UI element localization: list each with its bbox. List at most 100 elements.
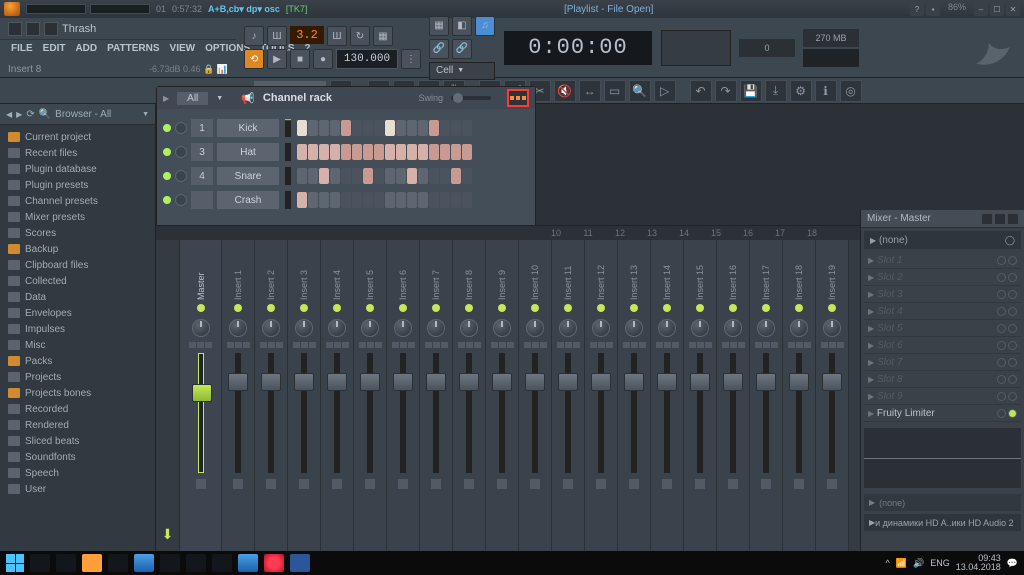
midi-icon[interactable]: ♫ [475,16,495,36]
play-button[interactable]: ▶ [267,49,287,69]
step[interactable] [341,168,351,184]
keyboard-icon[interactable]: ▦ [429,16,449,36]
redo-icon[interactable]: ↷ [715,80,737,102]
step[interactable] [451,120,461,136]
track-link[interactable] [497,479,507,489]
browser-item[interactable]: Projects [0,369,155,385]
track-link[interactable] [464,479,474,489]
fader[interactable] [400,353,406,473]
step[interactable] [385,168,395,184]
track-link[interactable] [398,479,408,489]
track-enable-led[interactable] [465,304,473,312]
taskbar-app2-icon[interactable] [134,554,154,572]
track-enable-led[interactable] [197,304,205,312]
channel-name[interactable]: Snare [217,167,279,185]
step[interactable] [297,168,307,184]
step[interactable] [385,192,395,208]
step[interactable] [396,120,406,136]
pan-knob[interactable] [724,319,742,337]
tray-vol-icon[interactable]: 🔊 [913,558,924,569]
step[interactable] [440,192,450,208]
step[interactable] [451,192,461,208]
step[interactable] [352,120,362,136]
slots-min-icon[interactable] [982,214,992,224]
help-icon[interactable]: ? [910,2,924,16]
track-link[interactable] [530,479,540,489]
step[interactable] [429,120,439,136]
fader[interactable] [268,353,274,473]
step[interactable] [319,120,329,136]
browser-item[interactable]: Plugin database [0,161,155,177]
fader[interactable] [367,353,373,473]
step[interactable] [462,192,472,208]
pat-song-icon[interactable]: ♪ [244,26,264,46]
fader[interactable] [235,353,241,473]
channel-mute[interactable] [175,146,187,158]
effect-slot[interactable]: ▶ Fruity Limiter [864,405,1021,422]
track-link[interactable] [299,479,309,489]
browser-item[interactable]: User [0,481,155,497]
track-link[interactable] [662,479,672,489]
browser-item[interactable]: Current project [0,129,155,145]
mixer-scroll-down-icon[interactable]: ⬇ [162,526,174,543]
track-enable-led[interactable] [333,304,341,312]
browser-item[interactable]: Packs [0,353,155,369]
browser-item[interactable]: Data [0,289,155,305]
taskbar-fl-icon[interactable] [82,554,102,572]
channel-num[interactable] [191,191,213,209]
pattern-mode-button[interactable]: ⟲ [244,49,264,69]
slots-max-icon[interactable] [995,214,1005,224]
effect-slot[interactable]: ▶ Slot 8 [864,371,1021,388]
menu-file[interactable]: FILE [6,40,38,60]
mixer-track[interactable]: Insert 13 [618,240,651,551]
track-flags[interactable] [788,342,811,348]
snap-icon[interactable]: ◧ [452,16,472,36]
eq-display[interactable] [864,428,1021,488]
step[interactable] [308,144,318,160]
step[interactable] [330,144,340,160]
track-enable-led[interactable] [564,304,572,312]
taskbar-explorer-icon[interactable] [212,554,232,572]
pan-knob[interactable] [559,319,577,337]
taskbar-taskview-icon[interactable] [56,554,76,572]
track-link[interactable] [695,479,705,489]
fader[interactable] [763,353,769,473]
track-enable-led[interactable] [234,304,242,312]
step[interactable] [374,120,384,136]
step[interactable] [341,144,351,160]
mixer-track[interactable]: Insert 9 [486,240,519,551]
browser-item[interactable]: Channel presets [0,193,155,209]
record-button[interactable]: ● [313,49,333,69]
tray-clock[interactable]: 09:43 13.04.2018 [956,554,1001,572]
track-link[interactable] [761,479,771,489]
effect-slot[interactable]: ▶ Slot 4 [864,303,1021,320]
pan-knob[interactable] [526,319,544,337]
channel-mute[interactable] [175,194,187,206]
tray-notif-icon[interactable]: 💬 [1007,558,1018,569]
track-link[interactable] [332,479,342,489]
step[interactable] [352,192,362,208]
mixer-track[interactable]: Insert 7 [420,240,453,551]
track-flags[interactable] [260,342,283,348]
track-enable-led[interactable] [828,304,836,312]
mixer-track[interactable]: Insert 2 [255,240,288,551]
channel-led[interactable] [163,124,171,132]
track-flags[interactable] [392,342,415,348]
fader[interactable] [301,353,307,473]
pan-knob[interactable] [328,319,346,337]
fader[interactable] [532,353,538,473]
browser-item[interactable]: Projects bones [0,385,155,401]
browser-item[interactable]: Scores [0,225,155,241]
track-flags[interactable] [425,342,448,348]
step[interactable] [407,120,417,136]
pan-knob[interactable] [493,319,511,337]
menu-edit[interactable]: EDIT [38,40,71,60]
tempo-tap-icon[interactable]: ⋮ [401,49,421,69]
mixer-track[interactable]: Insert 6 [387,240,420,551]
channel-num[interactable]: 4 [191,167,213,185]
step[interactable] [352,168,362,184]
fader[interactable] [697,353,703,473]
min-sub-icon[interactable]: ▪ [926,2,940,16]
link-icon[interactable]: 🔗 [429,39,449,59]
slots-close-icon[interactable] [1008,214,1018,224]
